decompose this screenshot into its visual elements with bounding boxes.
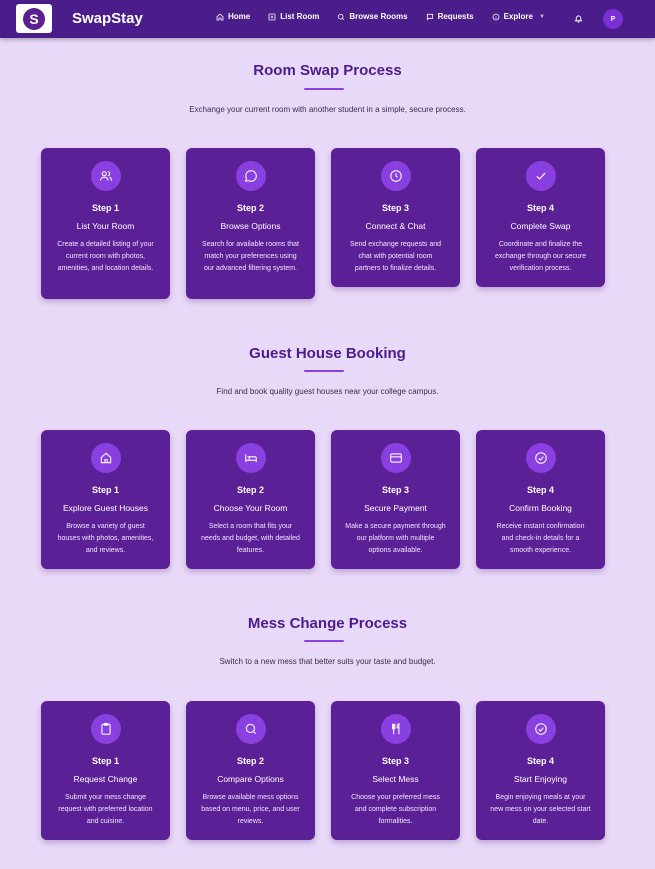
logo[interactable]: S <box>16 4 52 33</box>
room-swap-step-4-card: Step 4 Complete Swap Coordinate and fina… <box>476 148 605 287</box>
clipboard-icon <box>91 714 121 744</box>
house-icon <box>91 443 121 473</box>
title-underline <box>304 88 344 90</box>
nav-browse-rooms-label: Browse Rooms <box>349 12 408 21</box>
mess-change-step-1-card: Step 1 Request Change Submit your mess c… <box>41 701 170 840</box>
nav-requests-label: Requests <box>437 12 474 21</box>
step-description: Search for available rooms that match yo… <box>202 241 299 272</box>
step-label: Step 4 <box>526 485 554 495</box>
chat-bubble-icon <box>236 161 266 191</box>
user-avatar[interactable]: P <box>603 9 623 29</box>
step-title: Request Change <box>73 774 138 784</box>
guest-house-step-2-card: Step 2 Choose Your Room Select a room th… <box>186 430 315 569</box>
utensils-icon <box>381 714 411 744</box>
nav-links: Home List Room Browse Rooms Requests Exp… <box>216 12 563 21</box>
step-title: Choose Your Room <box>213 503 288 513</box>
title-underline <box>304 640 344 642</box>
mess-change-step-2-card: Step 2 Compare Options Browse available … <box>186 701 315 840</box>
step-description: Submit your mess change request with pre… <box>58 794 153 825</box>
step-label: Step 3 <box>381 203 409 213</box>
step-label: Step 2 <box>236 756 264 766</box>
mess-change-step-4-card: Step 4 Start Enjoying Begin enjoying mea… <box>476 701 605 840</box>
check-icon <box>526 161 556 191</box>
step-label: Step 3 <box>381 756 409 766</box>
room-swap-title: Room Swap Process <box>253 62 402 79</box>
brand-name[interactable]: SwapStay <box>72 10 143 27</box>
bell-icon[interactable] <box>574 14 583 23</box>
step-description: Browse a variety of guest houses with ph… <box>57 523 154 554</box>
room-swap-subtitle: Exchange your current room with another … <box>189 105 466 114</box>
message-icon <box>426 13 433 21</box>
nav-list-room-link[interactable]: List Room <box>268 12 319 21</box>
mess-change-title: Mess Change Process <box>247 615 408 632</box>
step-label: Step 2 <box>236 203 264 213</box>
step-title: Select Mess <box>372 774 419 784</box>
step-description: Receive instant confirmation and check-i… <box>496 523 585 554</box>
step-label: Step 1 <box>91 756 119 766</box>
home-icon <box>216 12 224 20</box>
users-icon <box>91 161 121 191</box>
step-description: Select a room that fits your needs and b… <box>201 523 300 554</box>
guest-house-title: Guest House Booking <box>249 345 406 362</box>
nav-home-label: Home <box>228 12 251 21</box>
nav-explore-dropdown[interactable]: Explore ▼ <box>492 12 545 21</box>
step-description: Send exchange requests and chat with pot… <box>349 241 442 272</box>
step-title: Compare Options <box>217 774 284 784</box>
logo-mark: S <box>23 7 45 30</box>
step-label: Step 4 <box>526 203 554 213</box>
step-label: Step 2 <box>236 485 264 495</box>
nav-explore-label: Explore <box>503 12 533 21</box>
search-icon <box>338 13 345 20</box>
title-underline <box>304 370 344 372</box>
step-label: Step 1 <box>91 203 119 213</box>
check-circle-icon <box>526 714 556 744</box>
step-label: Step 4 <box>526 756 554 766</box>
step-label: Step 3 <box>381 485 409 495</box>
mess-change-subtitle: Switch to a new mess that better suits y… <box>219 657 436 666</box>
step-description: Make a secure payment through our platfo… <box>345 523 446 554</box>
guest-house-step-1-card: Step 1 Explore Guest Houses Browse a var… <box>41 430 170 569</box>
step-title: Browse Options <box>220 221 281 231</box>
nav-list-room-label: List Room <box>280 12 320 21</box>
step-label: Step 1 <box>91 485 119 495</box>
search-icon <box>236 714 266 744</box>
step-title: Complete Swap <box>510 221 571 231</box>
step-description: Coordinate and finalize the exchange thr… <box>494 241 587 272</box>
clock-icon <box>381 161 411 191</box>
check-circle-icon <box>526 443 556 473</box>
nav-requests-link[interactable]: Requests <box>426 12 474 21</box>
chevron-down-icon: ▼ <box>538 13 545 20</box>
step-description: Choose your preferred mess and complete … <box>351 794 440 825</box>
step-title: Confirm Booking <box>509 503 572 513</box>
top-navbar: S SwapStay Home List Room Browse Rooms R… <box>0 0 655 38</box>
step-title: Explore Guest Houses <box>62 503 149 513</box>
guest-house-subtitle: Find and book quality guest houses near … <box>216 387 439 396</box>
step-title: List Your Room <box>76 221 135 231</box>
nav-browse-rooms-link[interactable]: Browse Rooms <box>337 12 408 21</box>
bed-icon <box>236 443 266 473</box>
room-swap-step-1-card: Step 1 List Your Room Create a detailed … <box>41 148 170 299</box>
step-description: Create a detailed listing of your curren… <box>57 241 154 272</box>
step-title: Start Enjoying <box>514 774 567 784</box>
guest-house-step-3-card: Step 3 Secure Payment Make a secure paym… <box>331 430 460 569</box>
step-description: Browse available mess options based on m… <box>201 794 300 825</box>
info-icon <box>492 13 499 20</box>
step-description: Begin enjoying meals at your new mess on… <box>490 794 591 825</box>
credit-card-icon <box>381 443 411 473</box>
step-title: Connect & Chat <box>365 221 426 231</box>
mess-change-step-3-card: Step 3 Select Mess Choose your preferred… <box>331 701 460 840</box>
step-title: Secure Payment <box>364 503 427 513</box>
room-swap-step-3-card: Step 3 Connect & Chat Send exchange requ… <box>331 148 460 287</box>
nav-home-link[interactable]: Home <box>216 12 250 21</box>
guest-house-step-4-card: Step 4 Confirm Booking Receive instant c… <box>476 430 605 569</box>
plus-square-icon <box>268 13 276 20</box>
room-swap-step-2-card: Step 2 Browse Options Search for availab… <box>186 148 315 299</box>
